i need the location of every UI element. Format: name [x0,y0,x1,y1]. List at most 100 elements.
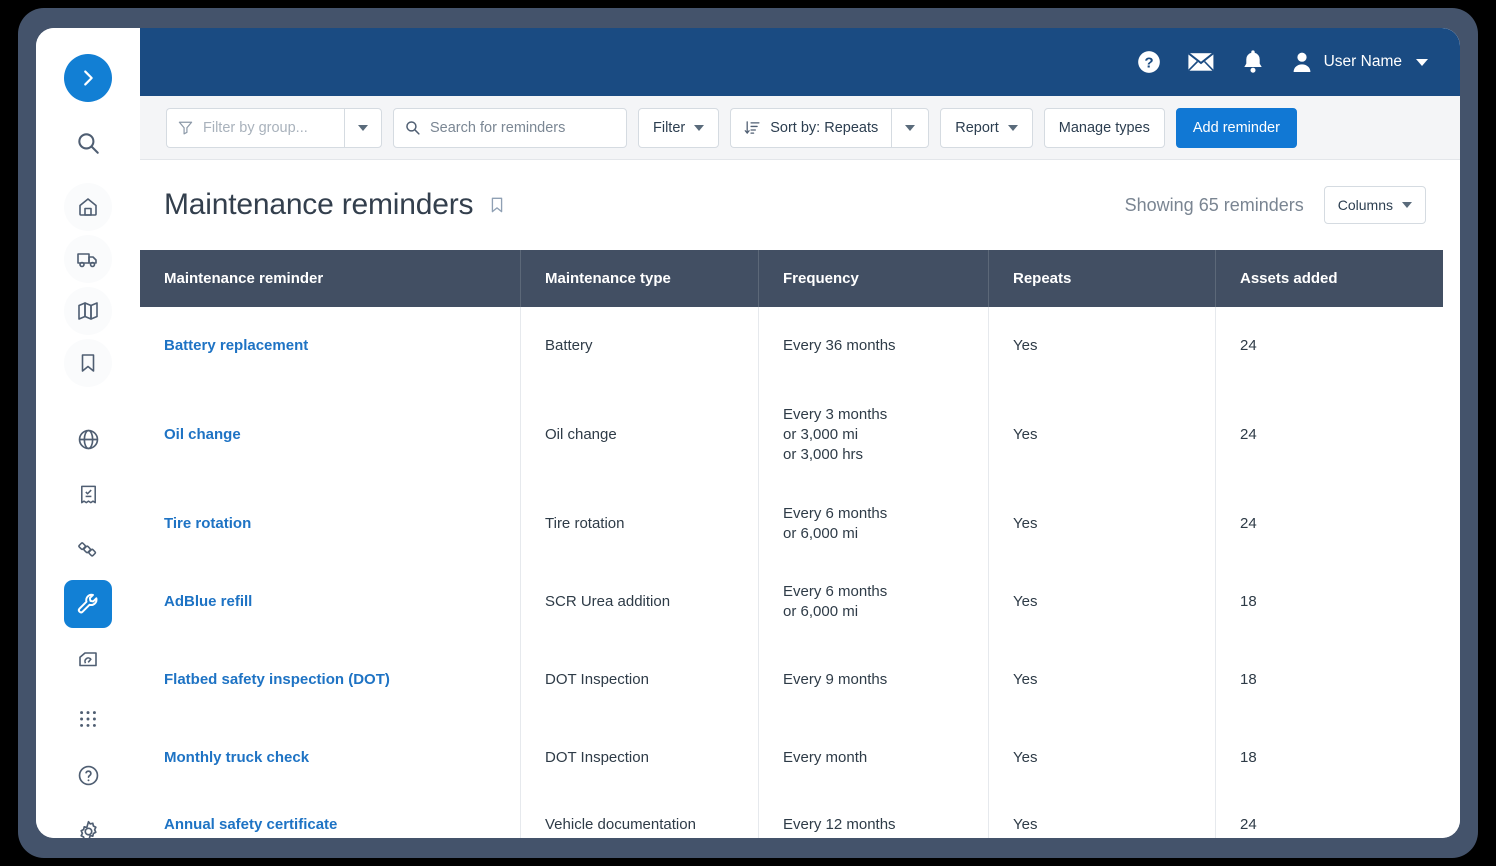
maintenance-type-cell: Vehicle documentation [521,797,759,838]
frequency-line: or 6,000 mi [783,602,887,622]
table-header-cell[interactable]: Maintenance reminder [140,250,521,307]
messages-button[interactable] [1186,47,1216,77]
wrench-chain-icon [76,537,101,562]
frequency-line: or 3,000 hrs [783,445,887,465]
maintenance-type-cell: Tire rotation [521,485,759,563]
reminder-name-link[interactable]: AdBlue refill [140,563,521,641]
title-group: Maintenance reminders [164,188,507,222]
page-header: Maintenance reminders Showing 65 reminde… [140,160,1460,250]
frequency-line: Every 3 months [783,405,887,425]
question-circle-icon: ? [1136,49,1162,75]
table-header-cell[interactable]: Repeats [989,250,1216,307]
bell-icon [1241,49,1265,75]
chevron-right-icon [77,67,99,89]
frequency-cell: Every 6 monthsor 6,000 mi [759,563,989,641]
sidebar-item-home[interactable] [64,183,112,231]
table-row[interactable]: Annual safety certificateVehicle documen… [140,797,1443,838]
sidebar-item-map[interactable] [64,287,112,335]
left-sidebar [36,28,140,838]
envelope-icon [1187,48,1215,76]
report-button-label: Report [955,120,999,136]
sort-button-label: Sort by: Repeats [770,120,878,136]
filter-by-group-dropdown-button[interactable] [344,108,382,148]
filter-by-group-input[interactable]: Filter by group... [166,108,344,148]
sidebar-item-globe[interactable] [64,415,112,463]
sidebar-item-reports[interactable] [64,470,112,518]
table-row[interactable]: AdBlue refillSCR Urea additionEvery 6 mo… [140,563,1443,641]
help-button[interactable]: ? [1134,47,1164,77]
sort-control[interactable]: Sort by: Repeats [730,108,929,148]
repeats-cell: Yes [989,385,1216,485]
sidebar-item-expand-toggle[interactable] [64,54,112,102]
reminder-name-link[interactable]: Oil change [140,385,521,485]
search-placeholder: Search for reminders [430,120,565,136]
bookmark-page-button[interactable] [487,195,507,215]
assets-added-cell: 24 [1216,797,1443,838]
sort-button[interactable]: Sort by: Repeats [730,108,891,148]
table-row[interactable]: Monthly truck checkDOT InspectionEvery m… [140,719,1443,797]
frequency-line: Every 12 months [783,815,896,835]
sidebar-item-maintenance[interactable] [64,580,112,628]
report-button[interactable]: Report [940,108,1033,148]
search-input[interactable]: Search for reminders [393,108,627,148]
table-header-cell[interactable]: Assets added [1216,250,1443,307]
table-header-cell[interactable]: Maintenance type [521,250,759,307]
frequency-lines: Every 9 months [783,670,887,690]
table-row[interactable]: Battery replacementBatteryEvery 36 month… [140,307,1443,385]
sidebar-item-settings[interactable] [64,807,112,838]
filter-by-group-control[interactable]: Filter by group... [166,108,382,148]
chevron-down-icon [1402,202,1412,208]
repeats-cell: Yes [989,797,1216,838]
sidebar-item-apps[interactable] [64,695,112,743]
receipt-icon [77,483,100,506]
chevron-down-icon [694,125,704,131]
frequency-cell: Every 6 monthsor 6,000 mi [759,485,989,563]
assets-added-cell: 18 [1216,563,1443,641]
gear-icon [76,819,101,839]
reminder-name-link[interactable]: Battery replacement [140,307,521,385]
sidebar-item-vehicles[interactable] [64,235,112,283]
columns-button[interactable]: Columns [1324,186,1426,224]
filter-button[interactable]: Filter [638,108,719,148]
notifications-button[interactable] [1238,47,1268,77]
assets-added-cell: 24 [1216,307,1443,385]
manage-types-button[interactable]: Manage types [1044,108,1165,148]
reminder-name-link[interactable]: Monthly truck check [140,719,521,797]
sort-dropdown-button[interactable] [891,108,929,148]
reminder-name-link[interactable]: Flatbed safety inspection (DOT) [140,641,521,719]
add-reminder-button[interactable]: Add reminder [1176,108,1297,148]
sidebar-item-help[interactable] [64,751,112,799]
reminders-table: Maintenance reminderMaintenance typeFreq… [140,250,1460,838]
page-title: Maintenance reminders [164,188,473,222]
sidebar-item-bookmarks[interactable] [64,339,112,387]
table-row[interactable]: Flatbed safety inspection (DOT)DOT Inspe… [140,641,1443,719]
sidebar-item-search[interactable] [64,119,112,167]
sidebar-item-tools[interactable] [64,525,112,573]
maintenance-type-cell: Battery [521,307,759,385]
svg-text:?: ? [1144,54,1153,71]
manage-types-button-label: Manage types [1059,120,1150,136]
user-menu[interactable]: User Name [1290,50,1428,74]
frequency-cell: Every 12 months [759,797,989,838]
sidebar-item-dashboard[interactable] [64,637,112,685]
filter-by-group-placeholder: Filter by group... [203,120,308,136]
globe-icon [76,427,101,452]
frequency-line: Every 6 months [783,582,887,602]
bookmark-icon [487,195,507,215]
reminder-name-link[interactable]: Annual safety certificate [140,797,521,838]
table-row[interactable]: Tire rotationTire rotationEvery 6 months… [140,485,1443,563]
table-header-cell[interactable]: Frequency [759,250,989,307]
bookmark-icon [76,351,100,375]
wrench-icon [75,591,101,617]
maintenance-type-cell: DOT Inspection [521,719,759,797]
question-circle-icon [76,763,101,788]
maintenance-type-cell: Oil change [521,385,759,485]
table-row[interactable]: Oil changeOil changeEvery 3 monthsor 3,0… [140,385,1443,485]
repeats-cell: Yes [989,485,1216,563]
frequency-cell: Every 3 monthsor 3,000 mior 3,000 hrs [759,385,989,485]
frequency-cell: Every month [759,719,989,797]
frequency-lines: Every 3 monthsor 3,000 mior 3,000 hrs [783,405,887,465]
reminder-name-link[interactable]: Tire rotation [140,485,521,563]
grid-dots-icon [77,708,99,730]
gauge-icon [76,649,100,673]
